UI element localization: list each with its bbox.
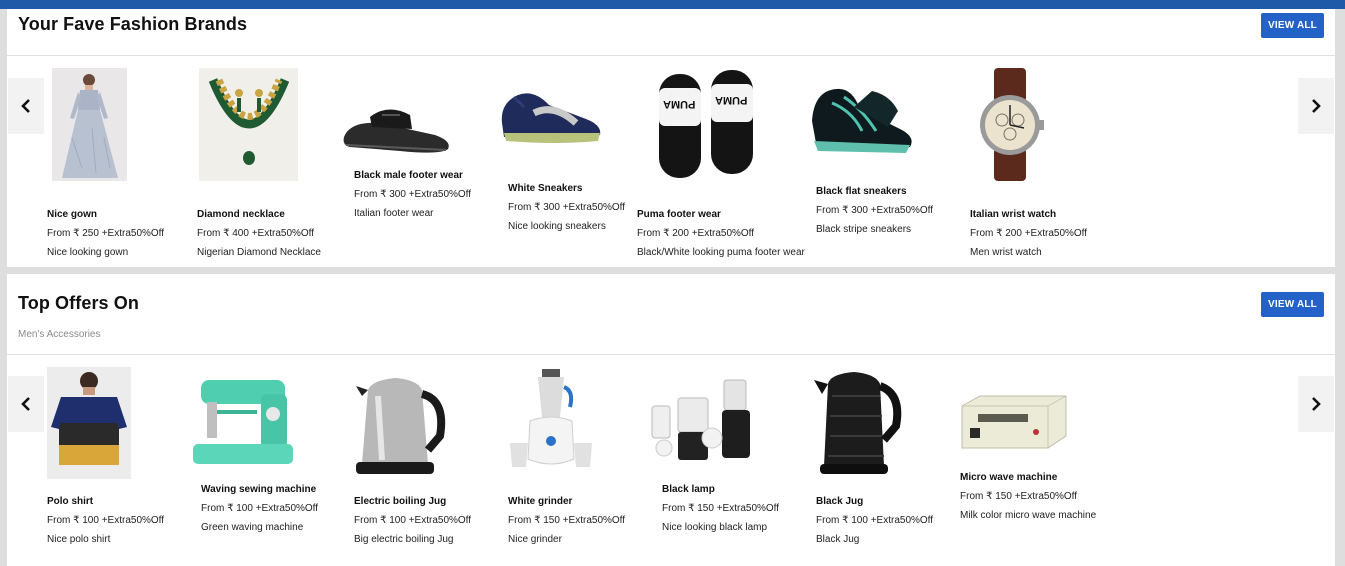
watch-image [974, 68, 1044, 181]
product-price: From ₹ 200 +Extra50%Off [637, 228, 755, 239]
sandal-image [340, 95, 455, 157]
top-header-bar [0, 0, 1345, 9]
product-name: Puma footer wear [637, 209, 721, 220]
product-description: Milk color micro wave machine [960, 510, 1097, 521]
product-name: Micro wave machine [960, 472, 1058, 483]
carousel-next-button[interactable] [1298, 376, 1334, 432]
view-all-button[interactable]: VIEW ALL [1261, 13, 1324, 38]
slides-image: PUMA PUMA [653, 68, 759, 181]
section-divider [7, 55, 1335, 56]
product-name: Black flat sneakers [816, 186, 907, 197]
product-name: Italian wrist watch [970, 209, 1057, 220]
shirt-image [47, 367, 131, 479]
inverter-image [956, 392, 1072, 452]
product-description: Nigerian Diamond Necklace [197, 247, 321, 258]
chevron-right-icon [1312, 99, 1321, 113]
chevron-left-icon [21, 99, 30, 113]
grinder-image [504, 367, 598, 479]
kettle-image [810, 366, 904, 480]
section-subtitle: Men's Accessories [18, 329, 101, 340]
product-description: Black/White looking puma footer wear [637, 247, 805, 258]
puma-logo-label: PUMA [663, 98, 696, 110]
product-price: From ₹ 200 +Extra50%Off [970, 228, 1088, 239]
necklace-image [199, 68, 298, 181]
carousel-next-button[interactable] [1298, 78, 1334, 134]
product-description: Men wrist watch [970, 247, 1042, 258]
sneaker-image [802, 81, 922, 161]
product-name: White Sneakers [508, 183, 583, 194]
chevron-right-icon [1312, 397, 1321, 411]
fashion-brands-section: Your Fave Fashion Brands VIEW ALL Nice g… [7, 9, 1335, 267]
product-price: From ₹ 150 +Extra50%Off [960, 491, 1078, 502]
blender-image [648, 376, 766, 464]
sewing-machine-image [187, 374, 297, 469]
chevron-left-icon [21, 397, 30, 411]
carousel-prev-button[interactable] [8, 376, 44, 432]
section-divider [7, 354, 1335, 355]
section-title: Top Offers On [18, 293, 139, 313]
sneaker-image [494, 83, 609, 148]
carousel-prev-button[interactable] [8, 78, 44, 134]
top-offers-section: Top Offers On Men's Accessories VIEW ALL… [7, 274, 1335, 566]
gown-image [52, 68, 127, 181]
product-description: Black Jug [816, 534, 860, 545]
kettle-image [348, 366, 448, 480]
product-price: From ₹ 400 +Extra50%Off [197, 228, 315, 239]
section-title: Your Fave Fashion Brands [18, 14, 248, 34]
view-all-button[interactable]: VIEW ALL [1261, 292, 1324, 317]
puma-logo-label: PUMA [715, 94, 748, 106]
